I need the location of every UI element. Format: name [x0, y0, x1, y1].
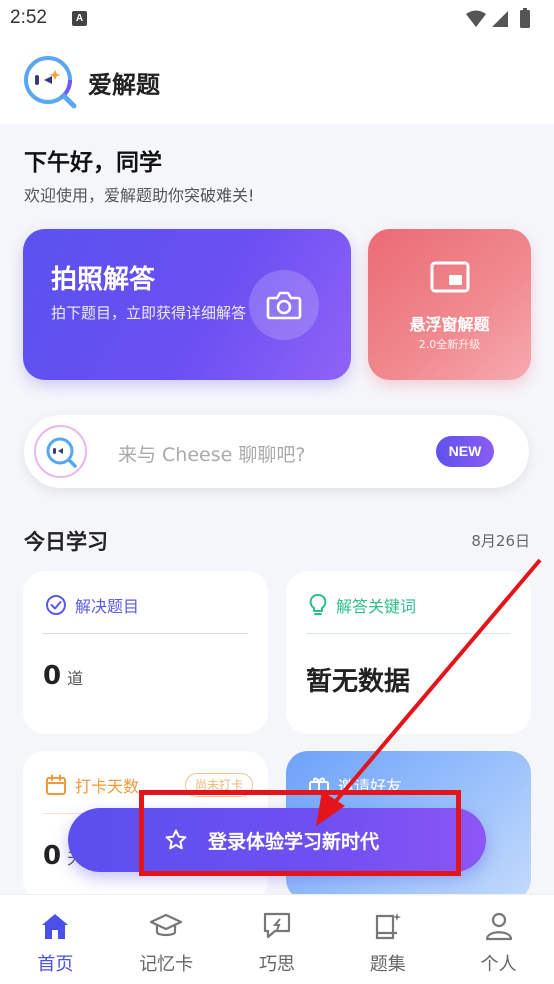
nav-item-memory-card[interactable]: 记忆卡	[111, 895, 222, 984]
status-time: 2:52	[10, 7, 47, 28]
graduation-cap-icon	[149, 909, 183, 943]
cheese-chat-bar[interactable]: 来与 Cheese 聊聊吧? NEW	[24, 415, 529, 488]
status-bar: 2:52 A	[0, 0, 554, 38]
photo-answer-description: 拍下题目，立即获得详细解答	[51, 304, 247, 322]
camera-button[interactable]	[249, 270, 319, 340]
checkin-label: 打卡天数	[75, 777, 140, 796]
calendar-icon	[46, 774, 66, 795]
nav-label-profile: 个人	[480, 954, 517, 975]
new-badge: NEW	[436, 436, 494, 467]
solved-header: 解决题目	[45, 593, 139, 617]
nav-item-collection[interactable]: 题集	[332, 895, 443, 984]
today-date: 8月26日	[471, 532, 530, 550]
collection-icon	[371, 909, 405, 943]
chat-bolt-icon	[260, 909, 294, 943]
photo-answer-title: 拍照解答	[51, 265, 156, 295]
lightbulb-icon	[309, 594, 327, 615]
greeting-title: 下午好，同学	[24, 150, 162, 176]
divider	[306, 633, 511, 634]
nav-label-collection: 题集	[369, 954, 406, 975]
checkin-header: 打卡天数	[45, 773, 139, 797]
annotation-highlight-box	[139, 790, 461, 876]
float-window-title: 悬浮窗解题	[409, 315, 490, 334]
photo-answer-card[interactable]: 拍照解答 拍下题目，立即获得详细解答	[23, 229, 351, 380]
app-title: 爱解题	[88, 71, 160, 99]
solved-label: 解决题目	[75, 597, 140, 616]
chat-placeholder: 来与 Cheese 聊聊吧?	[118, 444, 306, 466]
cheese-avatar-icon	[34, 425, 87, 478]
solved-card[interactable]: 解决题目 0道	[23, 571, 268, 734]
solved-value: 0道	[43, 661, 84, 691]
app-header: 爱解题	[0, 38, 554, 124]
keywords-card[interactable]: 解答关键词 暂无数据	[286, 571, 531, 734]
nav-label-home: 首页	[37, 954, 74, 975]
float-window-card[interactable]: 悬浮窗解题 2.0全新升级	[368, 229, 531, 380]
notification-a-icon: A	[72, 11, 87, 26]
app-logo-icon	[22, 54, 78, 110]
status-icons	[464, 8, 544, 34]
nav-label-memory-card: 记忆卡	[139, 954, 194, 975]
nav-item-home[interactable]: 首页	[0, 895, 111, 984]
keywords-header: 解答关键词	[308, 593, 416, 617]
keywords-value: 暂无数据	[306, 667, 411, 697]
greeting-subtitle: 欢迎使用，爱解题助你突破难关!	[24, 186, 255, 205]
bottom-nav: 首页 记忆卡 巧思 题集 个人	[0, 894, 554, 984]
home-icon	[38, 909, 72, 943]
nav-item-profile[interactable]: 个人	[443, 895, 554, 984]
nav-item-ideas[interactable]: 巧思	[222, 895, 333, 984]
nav-label-ideas: 巧思	[258, 954, 295, 975]
keywords-label: 解答关键词	[336, 597, 417, 616]
float-window-subtitle: 2.0全新升级	[418, 338, 481, 351]
person-icon	[482, 909, 516, 943]
camera-icon	[266, 291, 302, 320]
picture-in-picture-icon	[430, 261, 470, 297]
divider	[43, 633, 248, 634]
today-section-title: 今日学习	[24, 530, 108, 554]
check-circle-icon	[46, 595, 66, 615]
wifi-signal-battery-icon	[466, 8, 530, 28]
